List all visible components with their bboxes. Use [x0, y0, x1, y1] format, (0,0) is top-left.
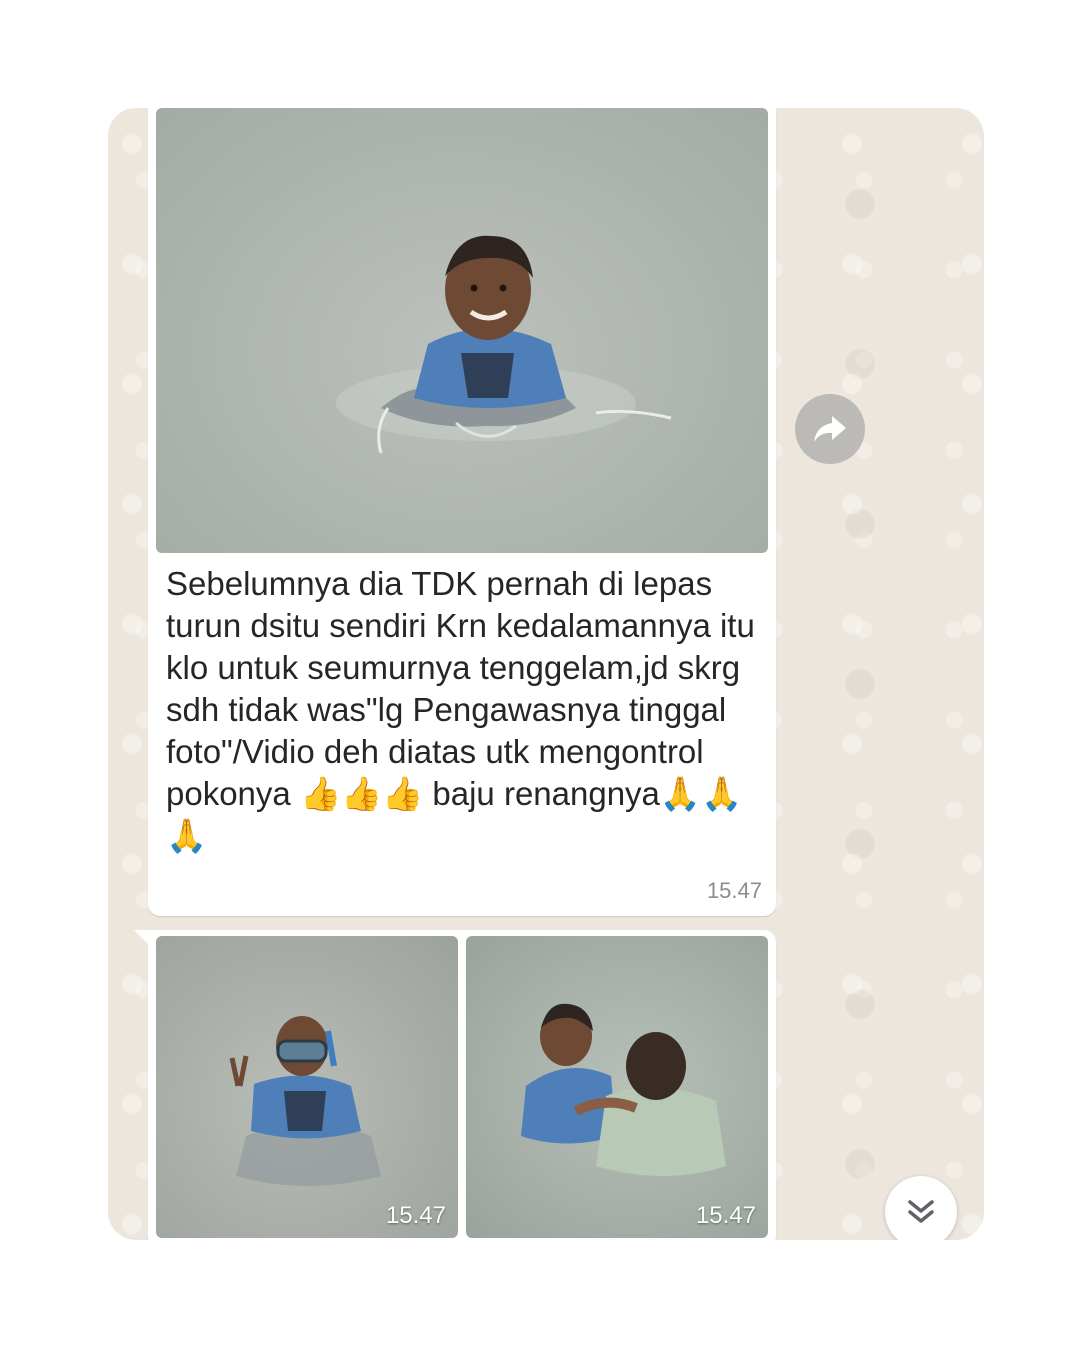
message-photo[interactable]: 15.47 [466, 936, 768, 1238]
message-photo[interactable] [156, 108, 768, 553]
caption-text-tail: baju renangnya [432, 775, 660, 812]
forward-button[interactable] [795, 394, 865, 464]
bubble-tail [134, 930, 148, 944]
scroll-to-bottom-button[interactable] [885, 1176, 957, 1240]
message-bubble-photo-caption[interactable]: Sebelumnya dia TDK pernah di lepas turun… [148, 108, 776, 916]
thumbs-up-emoji: 👍👍👍 [299, 774, 424, 813]
photo-timestamp: 15.47 [385, 1202, 446, 1229]
message-caption: Sebelumnya dia TDK pernah di lepas turun… [166, 563, 766, 857]
forward-arrow-icon [814, 416, 846, 442]
message-photo[interactable]: 15.47 [156, 936, 458, 1238]
double-chevron-down-icon [908, 1200, 934, 1223]
snorkel-boy-image [229, 1016, 381, 1186]
message-bubble-photo-group[interactable]: 15.47 15.47 [134, 930, 776, 1240]
two-children-image [521, 1003, 726, 1176]
chat-conversation[interactable]: Sebelumnya dia TDK pernah di lepas turun… [108, 108, 984, 1240]
message-timestamp: 15.47 [706, 878, 762, 903]
photo-timestamp: 15.47 [695, 1202, 756, 1229]
swimming-boy-image [336, 235, 672, 454]
